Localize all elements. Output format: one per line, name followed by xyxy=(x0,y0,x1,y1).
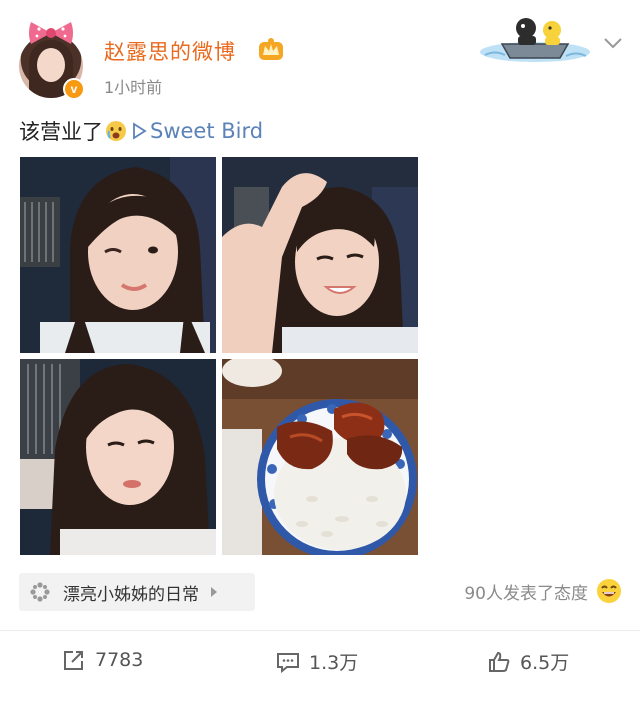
action-bar: 7783 1.3万 6.5万 xyxy=(0,640,640,686)
post-photo-4[interactable] xyxy=(222,359,418,555)
topic-chip[interactable]: 漂亮小姊姊的日常 xyxy=(19,573,255,611)
divider xyxy=(0,630,640,631)
post-text: 该营业了 xyxy=(19,120,103,144)
chevron-down-icon[interactable] xyxy=(603,36,623,50)
comment-button[interactable]: 1.3万 xyxy=(276,648,358,675)
like-button[interactable]: 6.5万 xyxy=(487,648,569,675)
topic-label: 漂亮小姊姊的日常 xyxy=(63,584,199,605)
selfie-wink-image xyxy=(20,157,216,353)
music-title: Sweet Bird xyxy=(150,119,264,143)
author-avatar[interactable]: v xyxy=(19,22,85,100)
post-content: 该营业了 Sweet Bird xyxy=(19,116,263,146)
pink-bow-decoration xyxy=(29,22,73,44)
music-link[interactable]: Sweet Bird xyxy=(131,119,263,143)
play-icon xyxy=(133,122,147,140)
reactions-text: 90人发表了态度 xyxy=(464,583,588,604)
comment-icon xyxy=(277,652,299,673)
repost-count: 7783 xyxy=(95,649,144,671)
crying-emoji-icon xyxy=(106,121,126,141)
selfie-hand-on-head-image xyxy=(222,157,418,353)
repost-button[interactable]: 7783 xyxy=(62,648,143,672)
repost-icon xyxy=(64,651,83,670)
reactions-summary[interactable]: 90人发表了态度 xyxy=(464,578,622,604)
post-photo-1[interactable] xyxy=(20,157,216,353)
arrow-right-icon xyxy=(211,587,217,597)
like-count: 6.5万 xyxy=(520,652,570,674)
post-header: v 赵露思的微博 1小时前 xyxy=(0,0,640,105)
selfie-close-up-image xyxy=(20,359,216,555)
post-photo-2[interactable] xyxy=(222,157,418,353)
boat-cartoon-decoration xyxy=(480,18,590,62)
rice-with-braised-meat-image xyxy=(222,359,418,555)
post-photo-3[interactable] xyxy=(20,359,216,555)
vip-crown-icon[interactable] xyxy=(258,37,284,61)
author-name[interactable]: 赵露思的微博 xyxy=(104,36,236,66)
like-icon xyxy=(489,651,510,672)
topic-pinwheel-icon xyxy=(30,582,50,602)
verified-v-icon: v xyxy=(63,78,85,100)
post-time: 1小时前 xyxy=(104,78,163,97)
comment-count: 1.3万 xyxy=(309,652,359,674)
smile-icon xyxy=(597,579,621,603)
